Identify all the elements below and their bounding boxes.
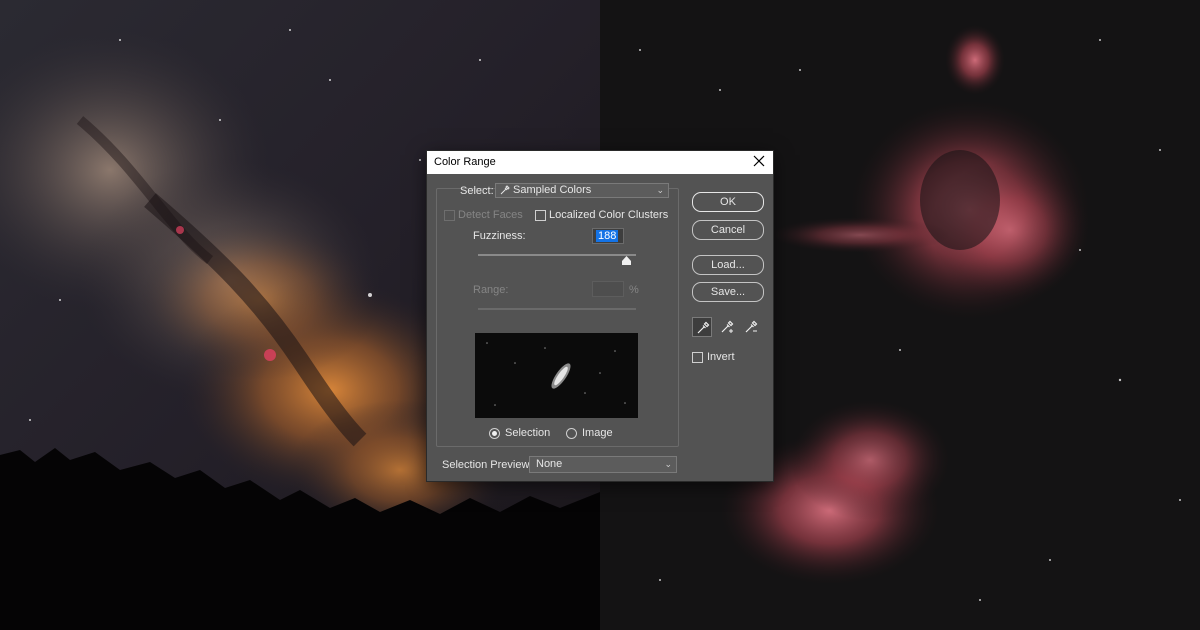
fuzziness-slider-thumb[interactable] xyxy=(622,256,632,265)
eyedropper-minus-icon xyxy=(745,320,758,333)
eyedropper-icon xyxy=(697,321,710,334)
close-icon[interactable] xyxy=(752,154,766,168)
localized-clusters-checkbox[interactable] xyxy=(535,210,546,221)
image-radio-label: Image xyxy=(582,427,613,439)
color-range-dialog: Color Range Select: Sampled Colors ⌄ Det… xyxy=(427,151,773,481)
range-label: Range: xyxy=(473,284,509,296)
fuzziness-slider-track[interactable] xyxy=(478,254,636,256)
dialog-titlebar[interactable]: Color Range xyxy=(427,151,773,174)
detect-faces-checkbox[interactable] xyxy=(444,210,455,221)
subtract-from-sample-tool[interactable] xyxy=(741,317,761,337)
chevron-down-icon: ⌄ xyxy=(656,185,664,195)
range-input[interactable] xyxy=(592,281,624,297)
eyedropper-tool[interactable] xyxy=(692,317,712,337)
dialog-title: Color Range xyxy=(434,156,496,168)
selection-preview-thumbnail xyxy=(475,333,638,418)
detect-faces-label: Detect Faces xyxy=(458,209,523,221)
selection-preview-dropdown[interactable]: None ⌄ xyxy=(529,456,677,473)
fuzziness-input[interactable]: 188 xyxy=(592,228,624,244)
selection-radio-label: Selection xyxy=(505,427,551,439)
fuzziness-value: 188 xyxy=(596,230,619,242)
selection-preview-value: None xyxy=(536,458,563,470)
eyedropper-plus-icon xyxy=(721,320,734,333)
select-label: Select: xyxy=(460,185,494,197)
selection-radio-dot xyxy=(492,431,497,436)
invert-checkbox[interactable] xyxy=(692,352,703,363)
chevron-down-icon: ⌄ xyxy=(664,459,672,469)
select-value: Sampled Colors xyxy=(513,184,592,196)
fuzziness-label: Fuzziness: xyxy=(473,230,526,242)
add-to-sample-tool[interactable] xyxy=(717,317,737,337)
load-button[interactable]: Load... xyxy=(692,255,764,275)
range-slider-track[interactable] xyxy=(478,308,636,310)
save-button[interactable]: Save... xyxy=(692,282,764,302)
selection-preview-label: Selection Preview: xyxy=(442,459,533,471)
invert-label: Invert xyxy=(707,351,735,363)
ok-button[interactable]: OK xyxy=(692,192,764,212)
localized-clusters-label: Localized Color Clusters xyxy=(549,209,669,221)
selection-radio[interactable] xyxy=(489,428,500,439)
cancel-button[interactable]: Cancel xyxy=(692,220,764,240)
select-dropdown[interactable]: Sampled Colors ⌄ xyxy=(495,183,669,198)
eyedropper-icon xyxy=(500,185,510,195)
range-unit: % xyxy=(629,284,639,296)
image-radio[interactable] xyxy=(566,428,577,439)
